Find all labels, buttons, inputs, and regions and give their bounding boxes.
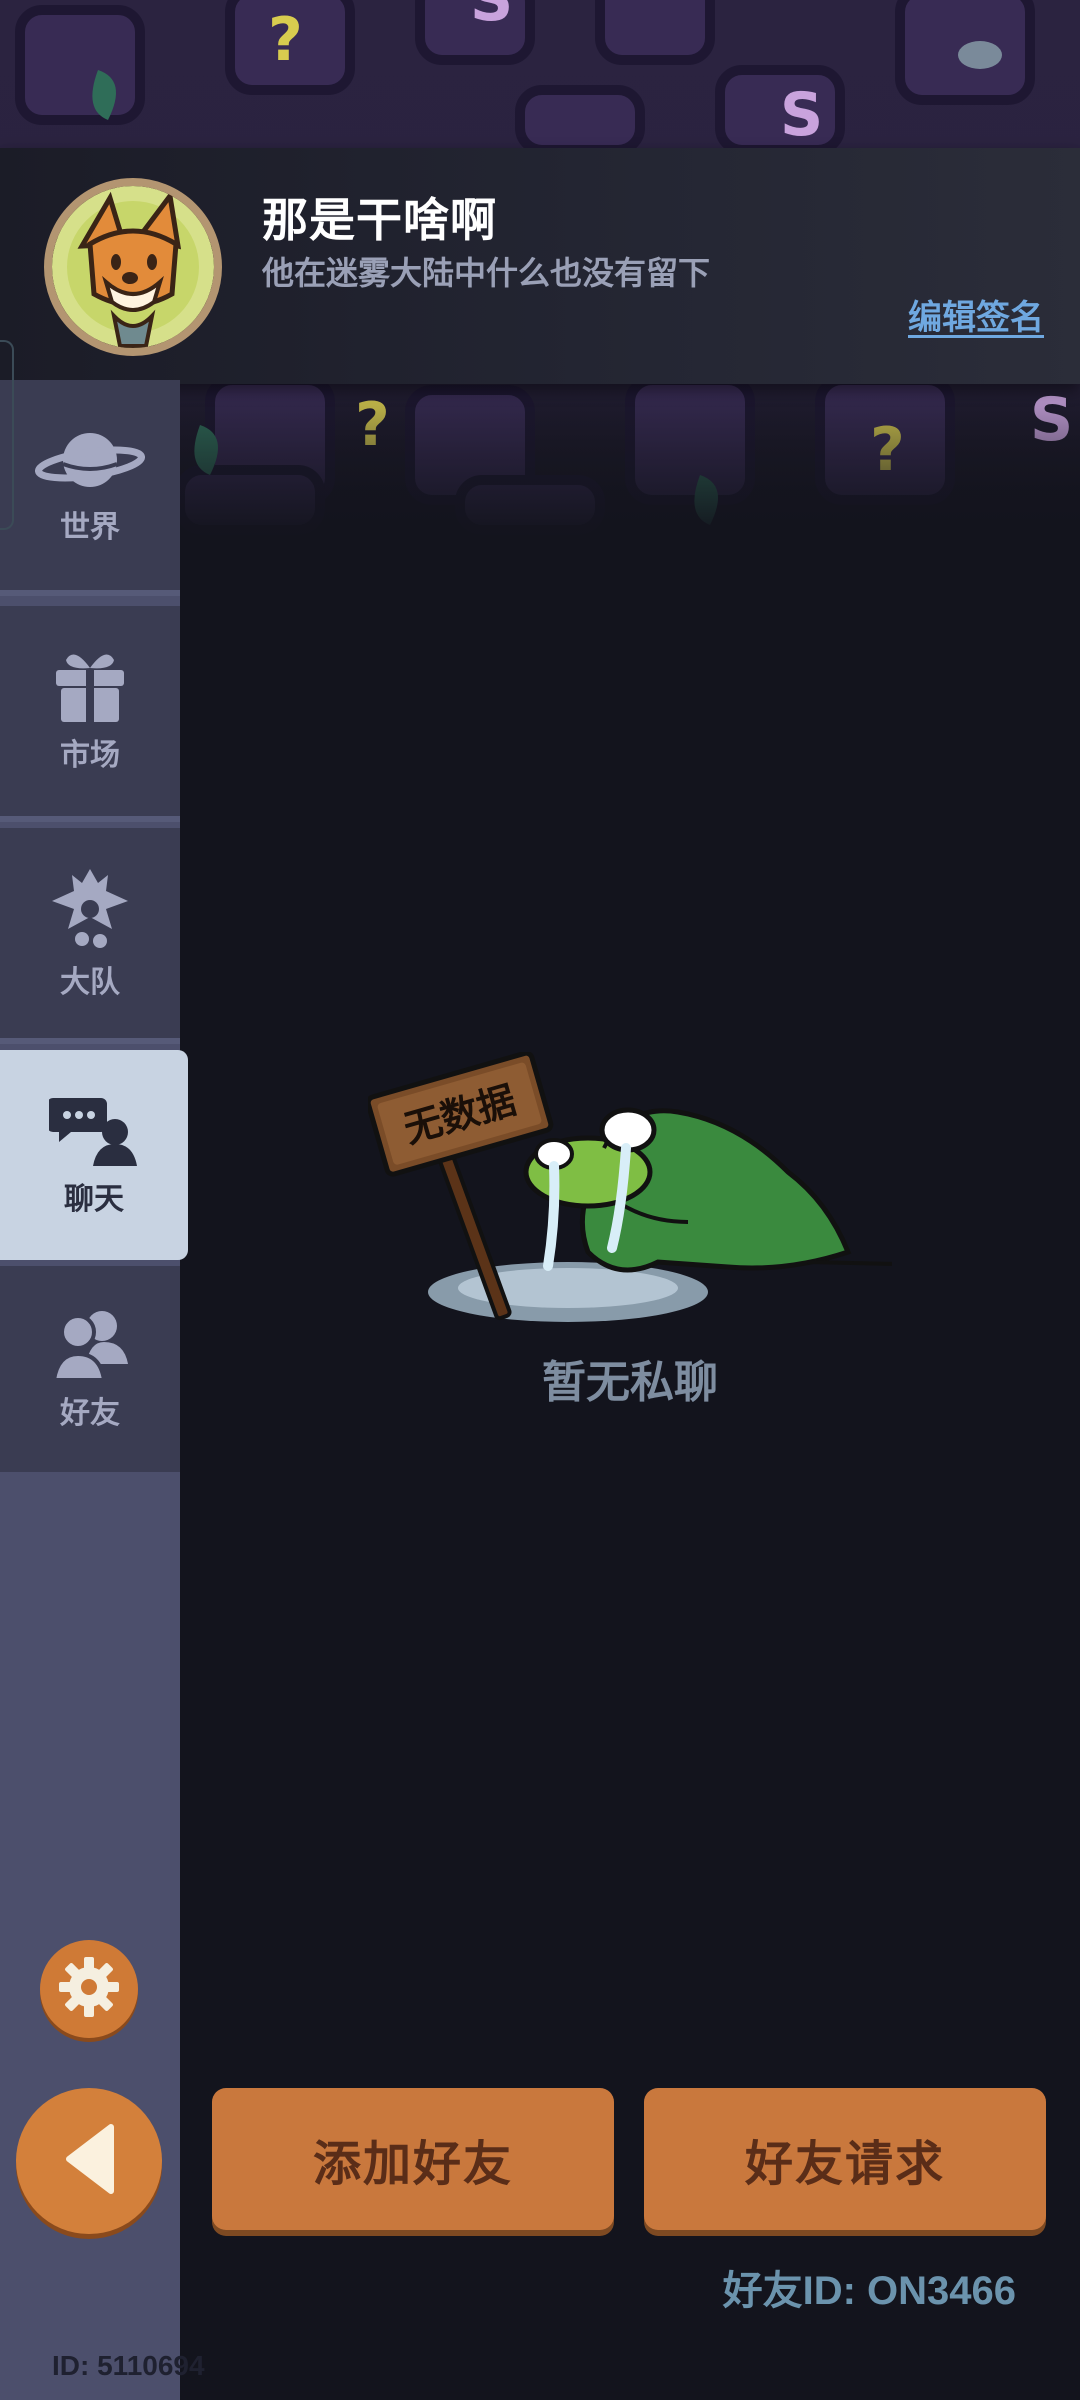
sidebar-item-friends[interactable]: 好友 bbox=[0, 1266, 180, 1472]
add-friend-button[interactable]: 添加好友 bbox=[212, 2088, 614, 2230]
user-id-label: ID: 5110694 bbox=[52, 2350, 205, 2381]
sidebar-item-label: 大队 bbox=[60, 966, 120, 999]
gift-icon bbox=[52, 648, 128, 724]
planet-icon bbox=[35, 424, 145, 496]
profile-header: 那是干啥啊 他在迷雾大陆中什么也没有留下 编辑签名 bbox=[0, 148, 1080, 384]
friends-icon bbox=[50, 1306, 130, 1382]
gear-icon bbox=[57, 1955, 121, 2024]
svg-text:S: S bbox=[470, 0, 513, 35]
edit-signature-link[interactable]: 编辑签名 bbox=[908, 290, 1044, 339]
friend-requests-button[interactable]: 好友请求 bbox=[644, 2088, 1046, 2230]
chat-screen: ? S S ? ? S bbox=[0, 0, 1080, 2400]
back-button[interactable] bbox=[16, 2088, 162, 2234]
empty-state-message: 暂无私聊 bbox=[542, 1358, 718, 1407]
avatar[interactable] bbox=[44, 178, 222, 356]
sidebar-item-world[interactable]: 世界 bbox=[0, 380, 180, 596]
friend-id-label: 好友ID: ON3466 bbox=[722, 2269, 1016, 2313]
empty-state-illustration: 无数据 bbox=[365, 1050, 899, 1342]
player-signature: 他在迷雾大陆中什么也没有留下 bbox=[262, 255, 711, 291]
sidebar-item-market[interactable]: 市场 bbox=[0, 606, 180, 822]
sidebar-item-chat[interactable]: 聊天 bbox=[0, 1050, 188, 1260]
svg-text:?: ? bbox=[268, 5, 303, 75]
sidebar-item-label: 好友 bbox=[60, 1397, 120, 1430]
settings-button[interactable] bbox=[40, 1940, 138, 2038]
svg-text:S: S bbox=[780, 80, 823, 150]
sidebar-item-label: 世界 bbox=[60, 511, 120, 544]
sidebar-item-label: 市场 bbox=[60, 739, 120, 772]
player-name: 那是干啥啊 bbox=[262, 194, 497, 246]
chat-bubbles-icon bbox=[49, 1092, 139, 1168]
back-arrow-icon bbox=[59, 2121, 119, 2202]
guild-emblem-icon bbox=[42, 865, 138, 951]
sidebar-item-team[interactable]: 大队 bbox=[0, 828, 180, 1044]
sidebar-item-label: 聊天 bbox=[64, 1183, 124, 1216]
sidebar-edge-tab[interactable] bbox=[0, 340, 14, 530]
